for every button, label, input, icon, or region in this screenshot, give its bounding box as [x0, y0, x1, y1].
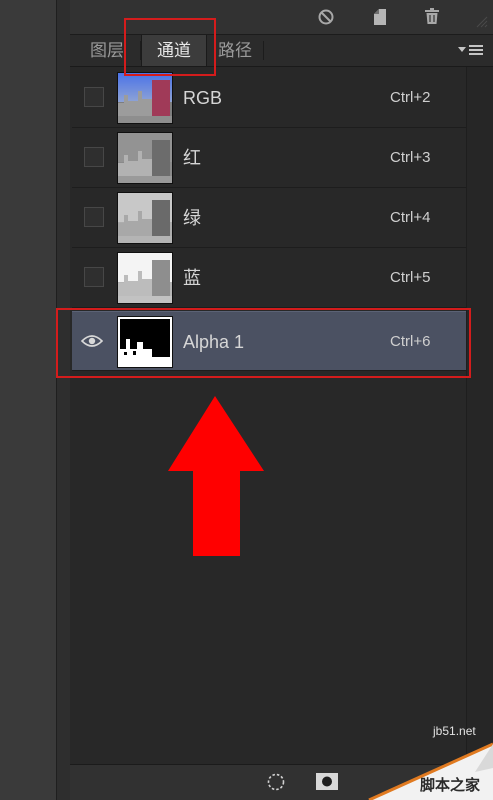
save-selection-as-channel-icon[interactable] [316, 773, 338, 790]
channels-panel: 图层 通道 路径 RGB Ctrl+2 红 Ctrl+3 绿 Ctrl+4 蓝 … [70, 0, 493, 800]
load-selection-icon[interactable] [266, 772, 286, 792]
channel-thumbnail-rgb [117, 72, 173, 124]
alpha-row-highlight-box [56, 308, 471, 378]
channel-shortcut: Ctrl+4 [390, 209, 431, 226]
channel-thumbnail-blue [117, 252, 173, 304]
tab-paths[interactable]: 路径 [210, 35, 260, 66]
left-dock-strip [0, 0, 56, 800]
panel-menu-icon[interactable] [457, 43, 485, 57]
visibility-toggle[interactable] [84, 267, 104, 287]
tab-divider [263, 41, 264, 60]
channel-thumbnail-red [117, 132, 173, 184]
no-entry-icon[interactable] [317, 8, 335, 26]
channel-thumbnail-green [117, 192, 173, 244]
watermark-url: jb51.net [433, 724, 476, 738]
channel-shortcut: Ctrl+5 [390, 269, 431, 286]
channel-name: RGB [183, 88, 223, 108]
channel-list: RGB Ctrl+2 红 Ctrl+3 绿 Ctrl+4 蓝 Ctrl+5 Al… [72, 67, 466, 764]
channel-row-green[interactable]: 绿 Ctrl+4 [72, 188, 466, 248]
channel-row-rgb[interactable]: RGB Ctrl+2 [72, 68, 466, 128]
resize-grip-icon[interactable] [474, 14, 488, 28]
watermark-site-name: 脚本之家 [420, 777, 481, 794]
visibility-toggle[interactable] [84, 147, 104, 167]
channel-name: 红 [183, 148, 201, 168]
scrollbar-track[interactable] [466, 67, 493, 764]
visibility-toggle[interactable] [84, 87, 104, 107]
visibility-toggle[interactable] [84, 207, 104, 227]
trash-icon[interactable] [423, 7, 441, 25]
channel-row-red[interactable]: 红 Ctrl+3 [72, 128, 466, 188]
channel-name: 绿 [183, 208, 201, 228]
dock-gutter [56, 0, 70, 800]
channel-row-blue[interactable]: 蓝 Ctrl+5 [72, 248, 466, 308]
channel-shortcut: Ctrl+2 [390, 89, 431, 106]
tab-highlight-box [124, 18, 216, 76]
channel-shortcut: Ctrl+3 [390, 149, 431, 166]
channel-name: 蓝 [183, 268, 201, 288]
red-arrow-up-icon [168, 396, 264, 556]
new-document-icon[interactable] [371, 8, 389, 26]
